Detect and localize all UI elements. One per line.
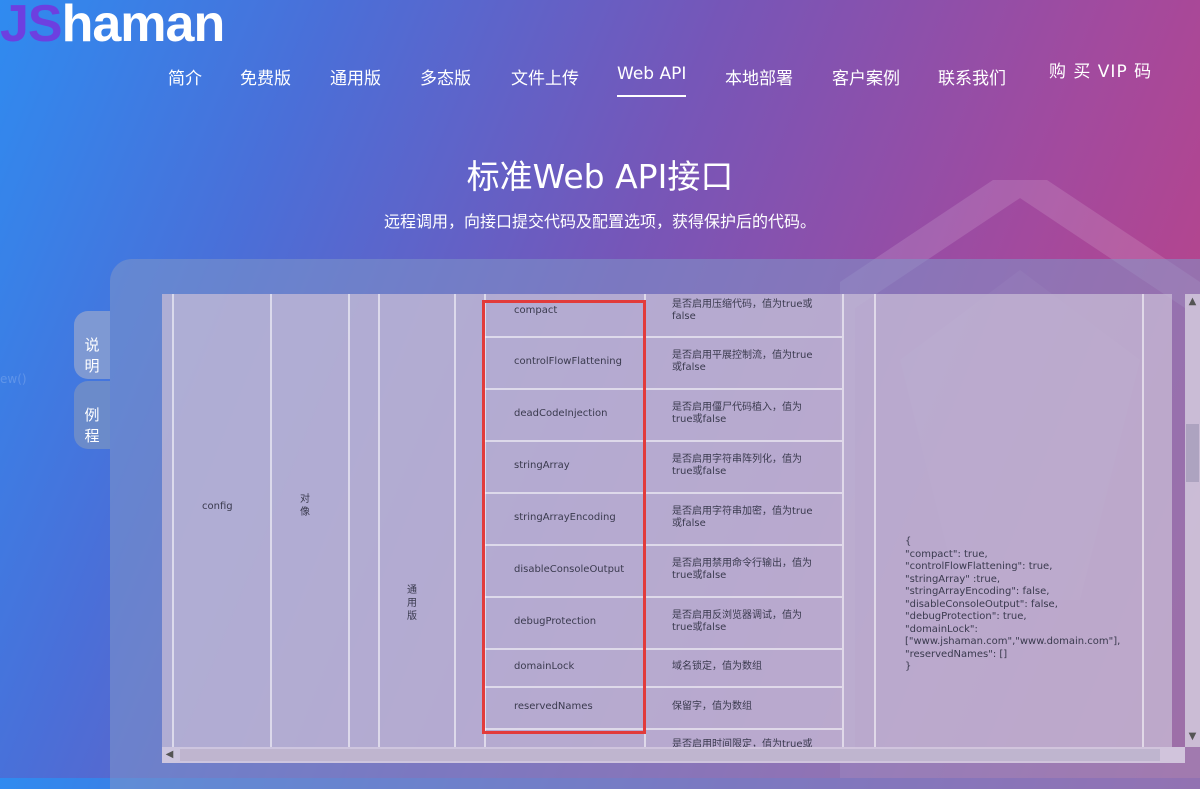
example-line: "stringArrayEncoding": false, — [905, 586, 1165, 599]
param-name-cell: config — [202, 501, 233, 513]
param-type-char: 像 — [300, 507, 310, 518]
highlight-box — [482, 300, 646, 734]
example-code-cell: { "compact": true, "controlFlowFlattenin… — [905, 536, 1165, 674]
example-line: "stringArray" :true, — [905, 574, 1165, 587]
tab-description[interactable]: 说 明 — [74, 311, 110, 379]
example-line: "domainLock": — [905, 624, 1165, 637]
param-type-char: 对 — [300, 494, 310, 505]
option-desc-compact: 是否启用压缩代码，值为true或false — [672, 299, 822, 323]
param-type-cell: 对 像 — [298, 493, 312, 519]
nav-item-free[interactable]: 免费版 — [240, 64, 291, 89]
option-desc-dead-code: 是否启用僵尸代码植入，值为true或false — [672, 402, 822, 426]
example-line: "controlFlowFlattening": true, — [905, 561, 1165, 574]
option-desc-reserved-names: 保留字，值为数组 — [672, 701, 822, 713]
horizontal-scrollbar[interactable]: ◀ — [162, 747, 1185, 763]
vertical-scrollbar[interactable]: ▲ ▼ — [1185, 294, 1200, 747]
faint-code-fragment: ew() — [0, 372, 27, 386]
nav-item-general[interactable]: 通用版 — [330, 64, 381, 89]
option-desc-cut-off: 是否启用时间限定，值为true或 — [672, 739, 822, 747]
table-divider — [842, 294, 844, 747]
logo-js-text: JS — [0, 0, 62, 53]
api-params-table: config 对 像 通 用 版 compact 是否启用压缩代码，值为true… — [162, 294, 1172, 747]
option-desc-control-flow: 是否启用平展控制流，值为true或false — [672, 350, 822, 374]
example-line: "debugProtection": true, — [905, 611, 1165, 624]
vertical-scroll-thumb[interactable] — [1186, 424, 1199, 482]
table-divider — [348, 294, 350, 747]
example-line: "reservedNames": [] — [905, 649, 1165, 662]
scroll-down-icon[interactable]: ▼ — [1185, 731, 1200, 742]
tab-examples[interactable]: 例 程 — [74, 381, 110, 449]
example-line: } — [905, 661, 1165, 674]
nav-item-intro[interactable]: 简介 — [168, 64, 202, 89]
nav-item-web-api[interactable]: Web API — [617, 64, 686, 84]
table-divider — [378, 294, 380, 747]
nav-item-local-deploy[interactable]: 本地部署 — [725, 64, 793, 89]
tab-examples-char: 例 — [74, 405, 110, 426]
option-desc-string-array: 是否启用字符串阵列化，值为true或false — [672, 454, 822, 478]
table-divider — [1142, 294, 1144, 747]
option-desc-domain-lock: 域名锁定，值为数组 — [672, 661, 822, 673]
scroll-up-icon[interactable]: ▲ — [1185, 296, 1200, 307]
nav-item-customers[interactable]: 客户案例 — [832, 64, 900, 89]
version-cell: 通 用 版 — [405, 584, 419, 623]
table-divider — [454, 294, 456, 747]
option-desc-string-array-encoding: 是否启用字符串加密，值为true或false — [672, 506, 822, 530]
example-line: "disableConsoleOutput": false, — [905, 599, 1165, 612]
version-char: 用 — [407, 598, 417, 609]
horizontal-scroll-thumb[interactable] — [180, 749, 1160, 761]
tab-description-char: 说 — [74, 335, 110, 356]
nav-item-file-upload[interactable]: 文件上传 — [511, 64, 579, 89]
option-desc-debug-protection: 是否启用反浏览器调试，值为true或false — [672, 610, 822, 634]
logo-haman-text: haman — [62, 0, 225, 53]
nav-item-polymorphic[interactable]: 多态版 — [420, 64, 471, 89]
buy-vip-link[interactable]: 购 买 VIP 码 — [1049, 57, 1152, 82]
jshaman-logo[interactable]: JShaman — [0, 0, 224, 54]
table-divider — [874, 294, 876, 747]
example-line: ["www.jshaman.com","www.domain.com"], — [905, 636, 1165, 649]
version-char: 版 — [407, 611, 417, 622]
option-desc-disable-console: 是否启用禁用命令行输出，值为true或false — [672, 558, 822, 582]
table-divider — [172, 294, 174, 747]
tab-description-char: 明 — [74, 356, 110, 377]
version-char: 通 — [407, 585, 417, 596]
table-divider — [270, 294, 272, 747]
page-subtitle: 远程调用，向接口提交代码及配置选项，获得保护后的代码。 — [0, 208, 1200, 232]
page-title: 标准Web API接口 — [0, 150, 1200, 198]
example-line: "compact": true, — [905, 549, 1165, 562]
tab-examples-char: 程 — [74, 426, 110, 447]
scroll-left-icon[interactable]: ◀ — [162, 749, 177, 760]
nav-item-contact[interactable]: 联系我们 — [938, 64, 1006, 89]
example-line: { — [905, 536, 1165, 549]
